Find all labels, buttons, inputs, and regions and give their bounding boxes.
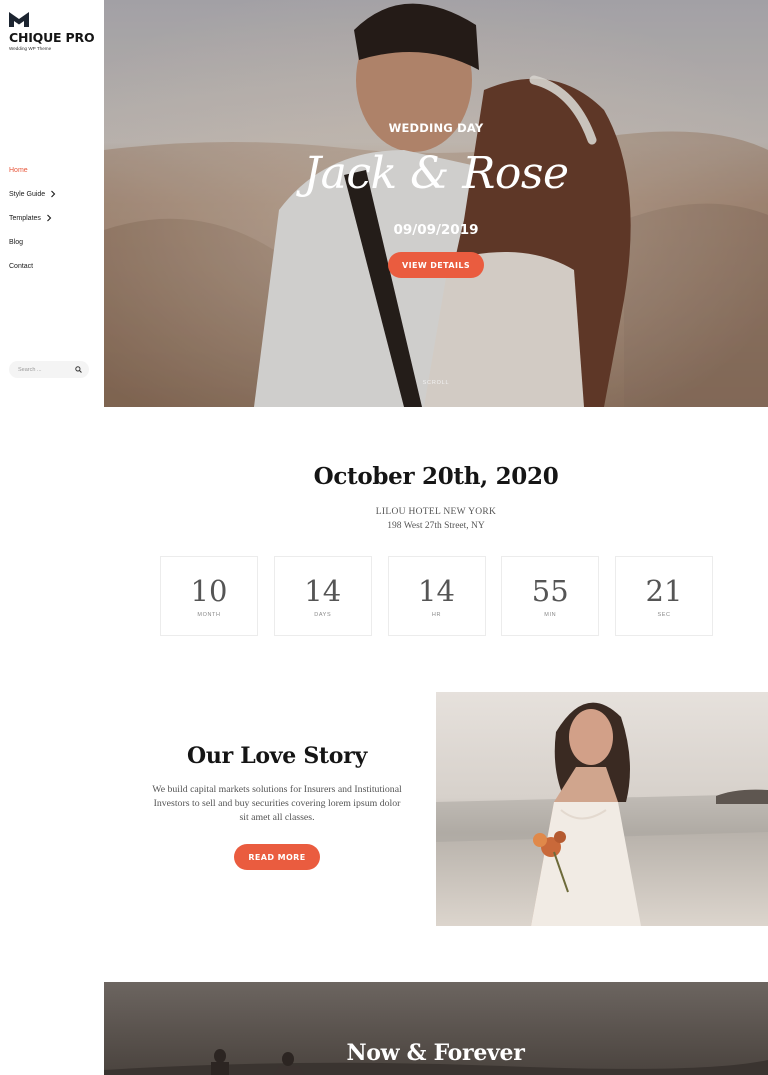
hero-date: 09/09/2019: [393, 222, 479, 238]
countdown: 10 MONTH 14 DAYS 14 HR 55 MIN 21 SEC: [160, 556, 713, 636]
countdown-month: 10 MONTH: [160, 556, 258, 636]
search-icon[interactable]: [75, 366, 82, 373]
read-more-button[interactable]: READ MORE: [234, 844, 320, 870]
main-nav: Home Style Guide Templates Blog Contact: [9, 158, 99, 278]
now-forever-title: Now & Forever: [346, 1040, 525, 1066]
love-story-body: We build capital markets solutions for I…: [152, 784, 402, 823]
countdown-label: DAYS: [314, 612, 332, 618]
search-box: [9, 361, 89, 378]
hero-content: WEDDING DAY Jack & Rose 09/09/2019 VIEW …: [104, 0, 768, 407]
logo-name: CHIQUE PRO: [9, 30, 95, 45]
countdown-label: MONTH: [197, 612, 221, 618]
event-date: October 20th, 2020: [313, 463, 559, 490]
countdown-value: 55: [531, 574, 569, 608]
love-story-title: Our Love Story: [187, 743, 367, 769]
event-section: October 20th, 2020 LILOU HOTEL NEW YORK …: [104, 407, 768, 683]
countdown-value: 14: [304, 574, 342, 608]
view-details-button[interactable]: VIEW DETAILS: [388, 252, 484, 278]
nav-item-label: Contact: [9, 262, 34, 270]
love-story-section: Our Love Story We build capital markets …: [104, 683, 768, 983]
nav-item-contact[interactable]: Contact: [9, 254, 99, 278]
countdown-label: HR: [431, 612, 442, 618]
logo[interactable]: CHIQUE PRO Wedding WP Theme: [9, 12, 101, 51]
countdown-value: 10: [190, 574, 228, 608]
countdown-hours: 14 HR: [387, 556, 486, 636]
countdown-value: 14: [418, 574, 455, 608]
nav-item-home[interactable]: Home: [9, 158, 99, 182]
scroll-indicator[interactable]: SCROLL: [104, 380, 768, 386]
nav-item-label: Blog: [9, 238, 24, 246]
chevron-right-icon: [51, 190, 56, 198]
event-address: 198 West 27th Street, NY: [387, 521, 485, 531]
countdown-label: SEC: [657, 612, 671, 618]
countdown-minutes: 55 MIN: [501, 556, 600, 636]
hero-eyebrow: WEDDING DAY: [388, 121, 484, 135]
chevron-right-icon: [47, 214, 52, 222]
now-forever-section: Now & Forever: [103, 982, 768, 1075]
love-story-text: Our Love Story We build capital markets …: [148, 743, 406, 825]
countdown-days: 14 DAYS: [273, 556, 372, 636]
logo-tagline: Wedding WP Theme: [9, 46, 52, 51]
search-input[interactable]: [18, 366, 68, 373]
hero-section: WEDDING DAY Jack & Rose 09/09/2019 VIEW …: [104, 0, 768, 407]
nav-item-label: Style Guide: [9, 190, 46, 198]
nav-item-templates[interactable]: Templates: [9, 206, 99, 230]
bride-image: [436, 692, 768, 926]
hero-couple-names: Jack & Rose: [303, 148, 569, 199]
nav-item-blog[interactable]: Blog: [9, 230, 99, 254]
nav-item-style-guide[interactable]: Style Guide: [9, 182, 99, 206]
countdown-seconds: 21 SEC: [615, 556, 713, 636]
countdown-label: MIN: [544, 612, 557, 618]
logo-mark-icon: [9, 12, 29, 27]
bride-photo: [436, 692, 768, 926]
nav-item-label: Home: [9, 166, 28, 174]
event-venue: LILOU HOTEL NEW YORK: [375, 507, 497, 517]
countdown-value: 21: [645, 574, 683, 608]
sidebar: CHIQUE PRO Wedding WP Theme Home Style G…: [0, 0, 104, 1075]
nav-item-label: Templates: [9, 214, 41, 222]
